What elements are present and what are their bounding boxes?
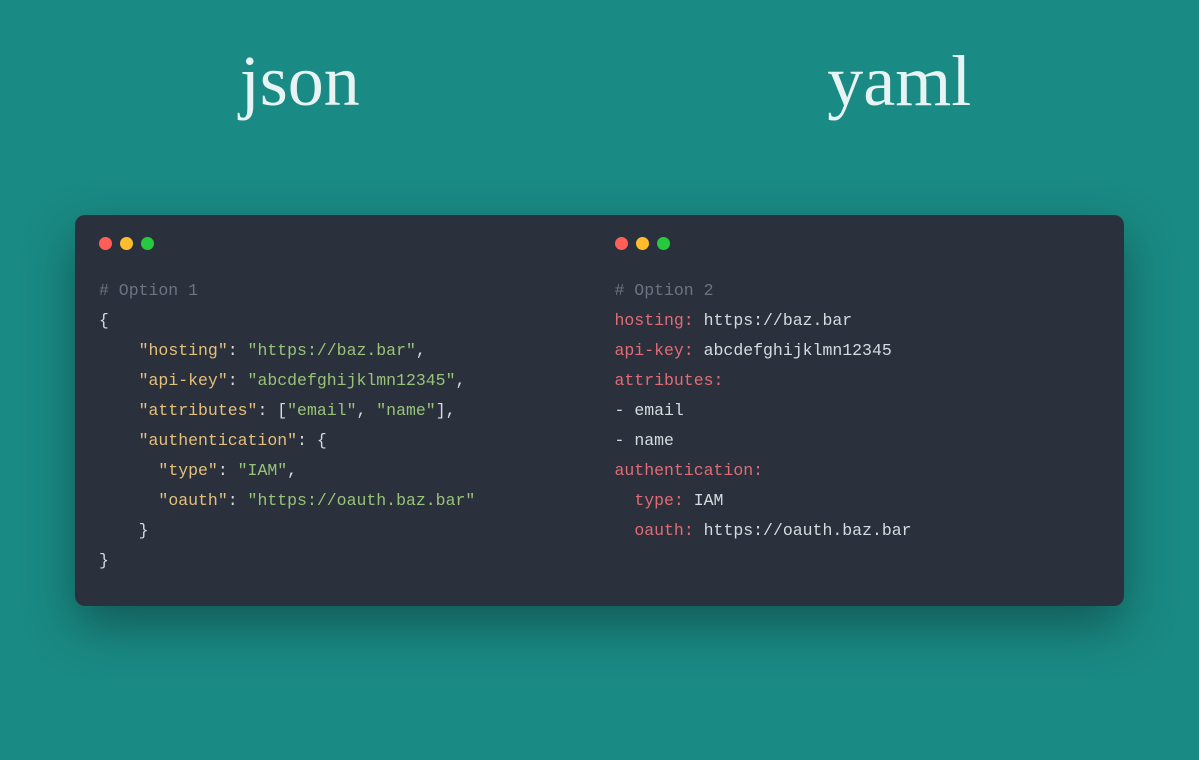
yval-attr1: name	[634, 431, 674, 450]
colon: :	[228, 371, 248, 390]
key-attrs: "attributes"	[139, 401, 258, 420]
ykey-oauth: oauth:	[634, 521, 693, 540]
key-hosting: "hosting"	[139, 341, 228, 360]
indent	[99, 426, 139, 456]
json-pane: # Option 1 { "hosting": "https://baz.bar…	[99, 237, 585, 576]
colon: :	[228, 341, 248, 360]
yaml-comment: # Option 2	[615, 281, 714, 300]
key-oauth: "oauth"	[158, 491, 227, 510]
key-type: "type"	[158, 461, 217, 480]
comma: ,	[356, 401, 366, 420]
brace-close: }	[99, 551, 109, 570]
brace-close: }	[139, 521, 149, 540]
titles-row: json yaml	[0, 40, 1199, 123]
val-attr0: "email"	[287, 401, 356, 420]
ykey-auth: authentication:	[615, 461, 764, 480]
minimize-icon	[636, 237, 649, 250]
comma: ,	[416, 341, 426, 360]
colon: :	[257, 401, 277, 420]
ykey-apikey: api-key:	[615, 341, 694, 360]
indent	[615, 516, 635, 546]
json-code: # Option 1 { "hosting": "https://baz.bar…	[99, 276, 585, 576]
indent	[615, 486, 635, 516]
colon: :	[297, 431, 317, 450]
indent	[99, 336, 139, 366]
bracket-close: ]	[436, 401, 446, 420]
indent	[99, 396, 139, 426]
ykey-hosting: hosting:	[615, 311, 694, 330]
indent	[99, 486, 158, 516]
comma: ,	[455, 371, 465, 390]
close-icon	[99, 237, 112, 250]
key-auth: "authentication"	[139, 431, 297, 450]
zoom-icon	[141, 237, 154, 250]
yval-type: IAM	[694, 491, 724, 510]
code-window: # Option 1 { "hosting": "https://baz.bar…	[75, 215, 1124, 606]
dash: -	[615, 431, 635, 450]
traffic-lights-right	[615, 237, 1101, 250]
minimize-icon	[120, 237, 133, 250]
indent	[99, 366, 139, 396]
val-apikey: "abcdefghijklmn12345"	[248, 371, 456, 390]
ykey-type: type:	[634, 491, 684, 510]
val-type: "IAM"	[238, 461, 288, 480]
comma: ,	[446, 401, 456, 420]
brace-open: {	[99, 311, 109, 330]
traffic-lights-left	[99, 237, 585, 250]
val-hosting: "https://baz.bar"	[248, 341, 416, 360]
zoom-icon	[657, 237, 670, 250]
colon: :	[228, 491, 248, 510]
val-oauth: "https://oauth.baz.bar"	[248, 491, 476, 510]
title-yaml: yaml	[600, 40, 1199, 123]
json-comment: # Option 1	[99, 281, 198, 300]
colon: :	[218, 461, 238, 480]
close-icon	[615, 237, 628, 250]
dash: -	[615, 401, 635, 420]
yaml-pane: # Option 2 hosting: https://baz.bar api-…	[615, 237, 1101, 576]
comma: ,	[287, 461, 297, 480]
key-apikey: "api-key"	[139, 371, 228, 390]
yval-hosting: https://baz.bar	[704, 311, 853, 330]
brace-open: {	[317, 431, 327, 450]
indent	[99, 456, 158, 486]
ykey-attrs: attributes:	[615, 371, 724, 390]
yval-oauth: https://oauth.baz.bar	[704, 521, 912, 540]
bracket-open: [	[277, 401, 287, 420]
yval-apikey: abcdefghijklmn12345	[704, 341, 892, 360]
val-attr1: "name"	[376, 401, 435, 420]
indent	[99, 516, 139, 546]
title-json: json	[0, 40, 600, 123]
yaml-code: # Option 2 hosting: https://baz.bar api-…	[615, 276, 1101, 546]
yval-attr0: email	[634, 401, 684, 420]
